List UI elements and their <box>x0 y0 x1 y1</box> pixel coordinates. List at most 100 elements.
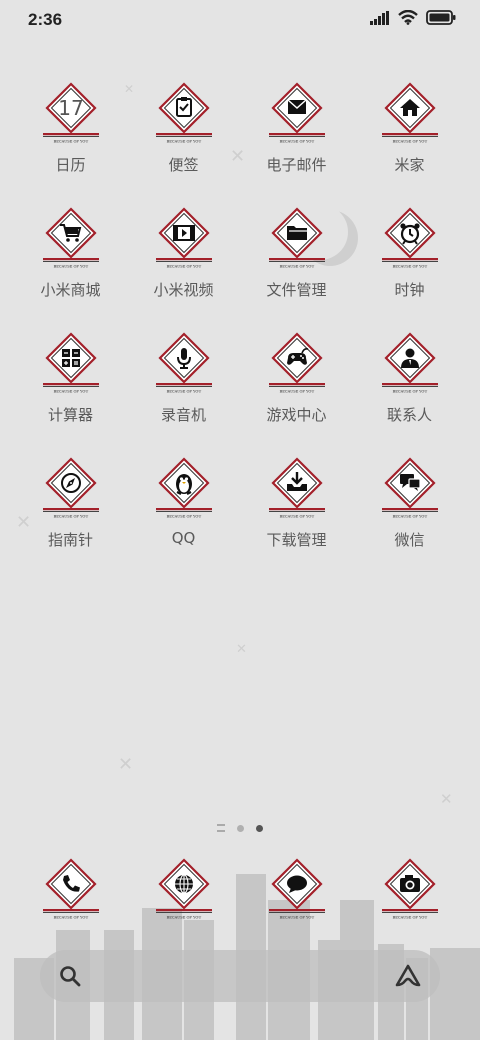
app-gamepad[interactable]: BECAUSE OF YOU 游戏中心 <box>240 332 353 457</box>
app-label: 指南针 <box>47 531 93 549</box>
star-decoration: ✕ <box>118 754 134 775</box>
app-badge[interactable]: BECAUSE OF YOU <box>155 332 212 394</box>
app-label: 录音机 <box>160 406 206 424</box>
badge-caption: BECAUSE OF YOU <box>279 265 314 269</box>
calendar-day: 17 <box>58 96 83 120</box>
badge-caption: BECAUSE OF YOU <box>166 140 201 144</box>
app-mail[interactable]: BECAUSE OF YOU 电子邮件 <box>240 82 353 207</box>
app-label: 游戏中心 <box>266 406 327 424</box>
app-home[interactable]: BECAUSE OF YOU 米家 <box>353 82 466 207</box>
app-label: 文件管理 <box>266 281 327 299</box>
app-label: 下载管理 <box>266 531 327 549</box>
app-label: 小米商城 <box>40 281 101 299</box>
app-shopping-cart[interactable]: BECAUSE OF YOU 小米商城 <box>14 207 127 332</box>
badge-caption: BECAUSE OF YOU <box>53 390 88 394</box>
calendar-icon: 17 <box>58 96 83 120</box>
badge-caption: BECAUSE OF YOU <box>166 515 201 519</box>
status-icons <box>370 10 456 25</box>
app-badge[interactable]: BECAUSE OF YOU <box>155 207 212 269</box>
badge-caption: BECAUSE OF YOU <box>392 140 427 144</box>
folder-icon <box>286 226 307 240</box>
app-label: 便签 <box>168 156 199 174</box>
app-badge[interactable]: BECAUSE OF YOU <box>381 207 438 269</box>
app-penguin[interactable]: BECAUSE OF YOU QQ <box>127 457 240 582</box>
star-decoration: ✕ <box>236 642 247 657</box>
badge-caption: BECAUSE OF YOU <box>166 265 201 269</box>
search-icon[interactable] <box>58 964 82 988</box>
dock-badge[interactable]: BECAUSE OF YOU <box>268 858 325 920</box>
page-dot[interactable] <box>237 824 244 832</box>
badge-caption: BECAUSE OF YOU <box>279 916 314 920</box>
mail-icon <box>287 99 306 114</box>
badge-caption: BECAUSE OF YOU <box>53 265 88 269</box>
dock-badge[interactable]: BECAUSE OF YOU <box>155 858 212 920</box>
dock-globe[interactable]: BECAUSE OF YOU <box>127 858 240 920</box>
page-dot-active[interactable] <box>256 824 263 832</box>
app-badge[interactable]: BECAUSE OF YOU <box>268 207 325 269</box>
assistant-icon[interactable] <box>394 963 422 989</box>
dock: BECAUSE OF YOU BECAUSE OF YOU BECAUSE OF… <box>14 858 466 920</box>
app-label: 微信 <box>394 531 425 549</box>
wifi-icon <box>398 10 418 25</box>
app-label: 计算器 <box>47 406 93 424</box>
app-badge[interactable]: BECAUSE OF YOU <box>42 457 99 519</box>
dock-message[interactable]: BECAUSE OF YOU <box>240 858 353 920</box>
app-chat-bubbles[interactable]: BECAUSE OF YOU 微信 <box>353 457 466 582</box>
globe-icon <box>174 874 193 894</box>
badge-caption: BECAUSE OF YOU <box>53 916 88 920</box>
battery-icon <box>426 10 456 25</box>
star-decoration: ✕ <box>440 790 453 808</box>
badge-caption: BECAUSE OF YOU <box>392 916 427 920</box>
signal-icon <box>370 10 389 25</box>
app-badge[interactable]: BECAUSE OF YOU <box>268 332 325 394</box>
app-label: 联系人 <box>386 406 432 424</box>
app-label: 时钟 <box>394 281 425 299</box>
dock-badge[interactable]: BECAUSE OF YOU <box>381 858 438 920</box>
badge-caption: BECAUSE OF YOU <box>166 390 201 394</box>
dock-camera[interactable]: BECAUSE OF YOU <box>353 858 466 920</box>
app-label: QQ <box>171 529 196 547</box>
app-label: 电子邮件 <box>266 156 327 174</box>
app-contact[interactable]: BECAUSE OF YOU 联系人 <box>353 332 466 457</box>
app-badge[interactable]: BECAUSE OF YOU <box>155 457 212 519</box>
app-badge[interactable]: BECAUSE OF YOU <box>381 82 438 144</box>
badge-caption: BECAUSE OF YOU <box>392 390 427 394</box>
app-alarm-clock[interactable]: BECAUSE OF YOU 时钟 <box>353 207 466 332</box>
app-notes[interactable]: BECAUSE OF YOU 便签 <box>127 82 240 207</box>
badge-caption: BECAUSE OF YOU <box>392 265 427 269</box>
penguin-icon <box>175 474 192 495</box>
page-indicator <box>0 824 480 832</box>
app-badge[interactable]: 17 BECAUSE OF YOU <box>42 82 99 144</box>
app-compass[interactable]: BECAUSE OF YOU 指南针 <box>14 457 127 582</box>
app-grid: 17 BECAUSE OF YOU 日历 BECAUSE OF YOU 便签 B… <box>14 82 466 582</box>
app-badge[interactable]: BECAUSE OF YOU <box>381 457 438 519</box>
search-bar[interactable] <box>40 950 440 1002</box>
app-label: 米家 <box>394 156 425 174</box>
app-badge[interactable]: BECAUSE OF YOU <box>268 457 325 519</box>
status-time: 2:36 <box>28 10 63 29</box>
app-badge[interactable]: BECAUSE OF YOU <box>268 82 325 144</box>
badge-caption: BECAUSE OF YOU <box>279 390 314 394</box>
home-screen: ✕ ✕ ✕ ✕ ✕ ✕ 2:36 17 BECAUSE OF YOU 日历 BE… <box>0 0 480 1040</box>
badge-caption: BECAUSE OF YOU <box>279 140 314 144</box>
dock-badge[interactable]: BECAUSE OF YOU <box>42 858 99 920</box>
app-badge[interactable]: BECAUSE OF YOU <box>42 332 99 394</box>
page-dot-list[interactable] <box>217 824 225 832</box>
app-label: 小米视频 <box>153 281 214 299</box>
app-badge[interactable]: BECAUSE OF YOU <box>381 332 438 394</box>
app-download[interactable]: BECAUSE OF YOU 下载管理 <box>240 457 353 582</box>
dock-phone[interactable]: BECAUSE OF YOU <box>14 858 127 920</box>
app-microphone[interactable]: BECAUSE OF YOU 录音机 <box>127 332 240 457</box>
badge-caption: BECAUSE OF YOU <box>392 515 427 519</box>
app-calculator[interactable]: BECAUSE OF YOU 计算器 <box>14 332 127 457</box>
badge-caption: BECAUSE OF YOU <box>166 916 201 920</box>
app-label: 日历 <box>55 156 86 174</box>
app-badge[interactable]: BECAUSE OF YOU <box>155 82 212 144</box>
badge-caption: BECAUSE OF YOU <box>53 515 88 519</box>
app-badge[interactable]: BECAUSE OF YOU <box>42 207 99 269</box>
badge-caption: BECAUSE OF YOU <box>279 515 314 519</box>
app-calendar[interactable]: 17 BECAUSE OF YOU 日历 <box>14 82 127 207</box>
app-folder[interactable]: BECAUSE OF YOU 文件管理 <box>240 207 353 332</box>
badge-caption: BECAUSE OF YOU <box>53 140 88 144</box>
app-video[interactable]: BECAUSE OF YOU 小米视频 <box>127 207 240 332</box>
